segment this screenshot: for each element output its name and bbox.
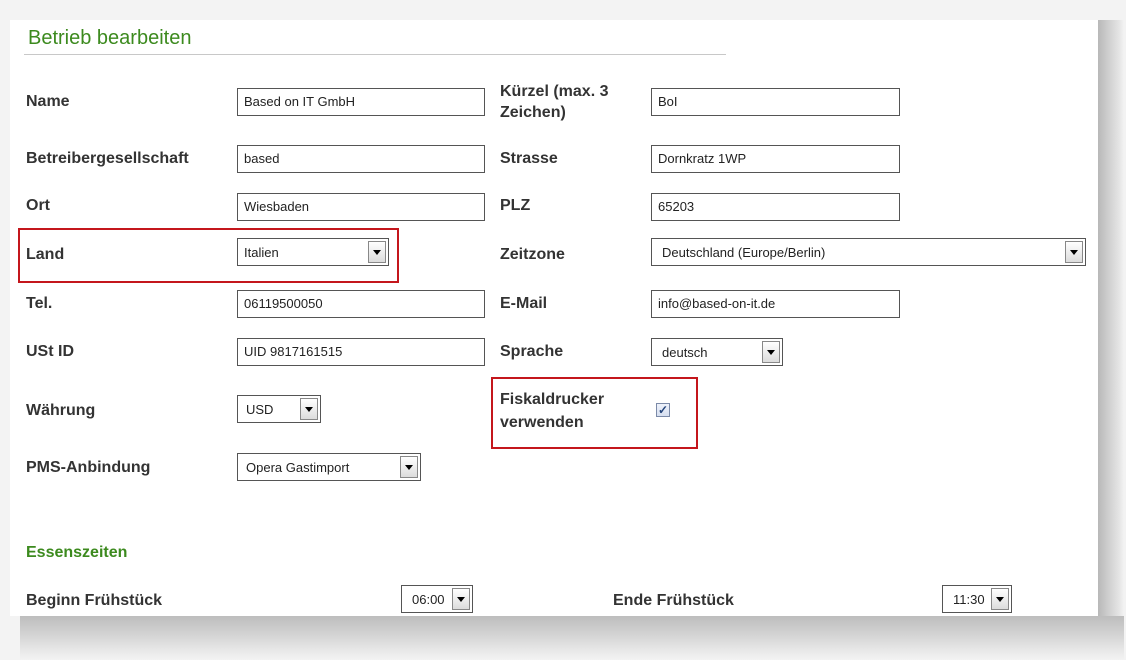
ende-fruehstueck-select[interactable]: 11:30	[942, 585, 1012, 613]
chevron-down-icon[interactable]	[991, 588, 1009, 610]
name-input[interactable]: Based on IT GmbH	[237, 88, 485, 116]
ort-input[interactable]: Wiesbaden	[237, 193, 485, 221]
kuerzel-label-line1: Kürzel (max. 3	[500, 83, 609, 100]
fiskaldrucker-checkbox[interactable]: ✓	[656, 403, 670, 417]
beginn-fruehstueck-label: Beginn Frühstück	[26, 592, 163, 609]
panel-shadow-bottom	[20, 616, 1124, 660]
chevron-down-icon[interactable]	[762, 341, 780, 363]
panel-shadow-right	[1098, 20, 1124, 660]
pms-label: PMS-Anbindung	[26, 459, 151, 476]
chevron-down-icon[interactable]	[1065, 241, 1083, 263]
waehrung-select-value: USD	[246, 401, 274, 417]
fiskal-label-line1: Fiskaldrucker	[500, 391, 605, 408]
ende-fruehstueck-label: Ende Frühstück	[613, 592, 734, 609]
beginn-fruehstueck-select[interactable]: 06:00	[401, 585, 473, 613]
essenszeiten-heading: Essenszeiten	[26, 544, 128, 561]
sprache-select[interactable]: deutsch	[651, 338, 783, 366]
land-select[interactable]: Italien	[237, 238, 389, 266]
fiskal-label-line2: verwenden	[500, 414, 584, 431]
kuerzel-label-line2: Zeichen)	[500, 104, 566, 121]
title-divider	[24, 54, 726, 55]
plz-input[interactable]: 65203	[651, 193, 900, 221]
email-input[interactable]: info@based-on-it.de	[651, 290, 900, 318]
land-select-value: Italien	[244, 244, 279, 260]
beginn-fruehstueck-value: 06:00	[412, 591, 445, 607]
pms-select[interactable]: Opera Gastimport	[237, 453, 421, 481]
plz-label: PLZ	[500, 197, 531, 214]
chevron-down-icon[interactable]	[368, 241, 386, 263]
zeitzone-select-value: Deutschland (Europe/Berlin)	[662, 244, 826, 260]
ustid-input[interactable]: UID 9817161515	[237, 338, 485, 366]
chevron-down-icon[interactable]	[300, 398, 318, 420]
land-label: Land	[26, 246, 65, 263]
sprache-select-value: deutsch	[662, 344, 708, 360]
tel-label: Tel.	[26, 295, 53, 312]
zeitzone-select[interactable]: Deutschland (Europe/Berlin)	[651, 238, 1086, 266]
chevron-down-icon[interactable]	[452, 588, 470, 610]
name-label: Name	[26, 93, 70, 110]
zeitzone-label: Zeitzone	[500, 246, 565, 263]
ende-fruehstueck-value: 11:30	[953, 591, 985, 607]
betreiber-input[interactable]: based	[237, 145, 485, 173]
strasse-input[interactable]: Dornkratz 1WP	[651, 145, 900, 173]
waehrung-label: Währung	[26, 402, 96, 419]
edit-business-panel: Betrieb bearbeiten Name Based on IT GmbH…	[10, 20, 1098, 616]
tel-input[interactable]: 06119500050	[237, 290, 485, 318]
kuerzel-input[interactable]: BoI	[651, 88, 900, 116]
page-title: Betrieb bearbeiten	[28, 27, 192, 49]
strasse-label: Strasse	[500, 150, 558, 167]
pms-select-value: Opera Gastimport	[246, 459, 350, 475]
checkmark-icon: ✓	[657, 403, 669, 417]
email-label: E-Mail	[500, 295, 548, 312]
betreiber-label: Betreibergesellschaft	[26, 150, 189, 167]
ustid-label: USt ID	[26, 343, 74, 360]
sprache-label: Sprache	[500, 343, 564, 360]
chevron-down-icon[interactable]	[400, 456, 418, 478]
ort-label: Ort	[26, 197, 50, 214]
waehrung-select[interactable]: USD	[237, 395, 321, 423]
